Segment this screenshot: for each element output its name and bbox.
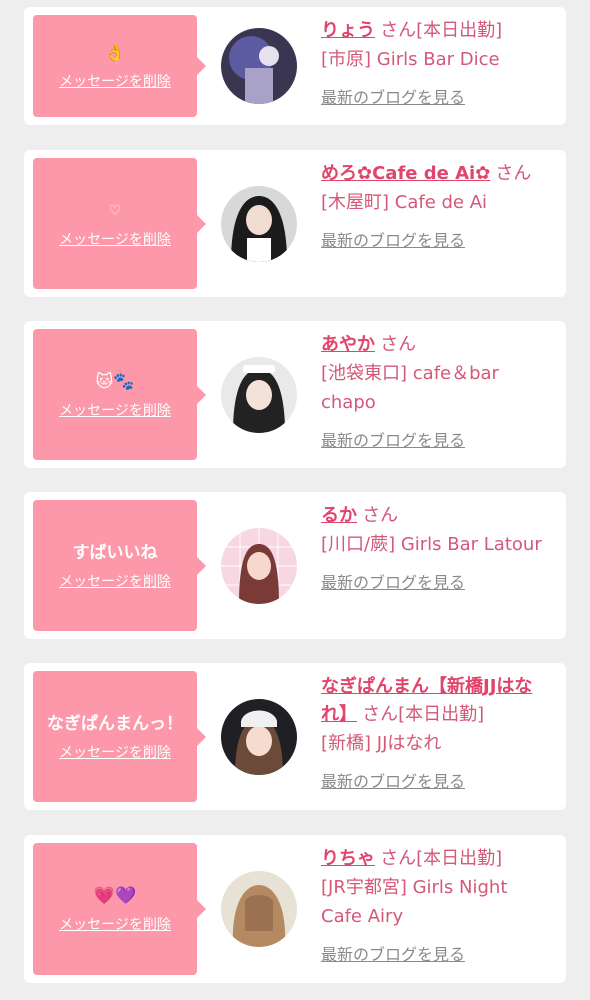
cast-info: あやか さん [池袋東口] cafe＆bar chapo 最新のブログを見る xyxy=(321,331,552,451)
honorific: さん xyxy=(362,505,399,526)
cast-name-link[interactable]: るか xyxy=(321,505,357,526)
message-emoji: ♡ xyxy=(108,202,122,219)
delete-message-link[interactable]: メッセージを削除 xyxy=(59,914,171,934)
honorific: さん xyxy=(362,704,399,725)
avatar[interactable] xyxy=(221,186,297,262)
cast-name-link[interactable]: あやか xyxy=(321,334,375,355)
blog-link[interactable]: 最新のブログを見る xyxy=(321,569,465,593)
shop-label: [市原] Girls Bar Dice xyxy=(321,49,500,70)
shop-label: [JR宇都宮] Girls Night Cafe Airy xyxy=(321,877,508,927)
message-card: ♡ メッセージを削除 めろ✿Cafe de Ai✿ さん [木屋町] Cafe … xyxy=(24,150,566,297)
delete-message-link[interactable]: メッセージを削除 xyxy=(59,571,171,591)
message-card: なぎぱんまんっ！ メッセージを削除 なぎぱんまん【新橋JJはなれ】 さん[本日出… xyxy=(24,663,566,810)
delete-message-link[interactable]: メッセージを削除 xyxy=(59,229,171,249)
shop-label: [新橋] JJはなれ xyxy=(321,733,442,754)
blog-link[interactable]: 最新のブログを見る xyxy=(321,768,465,792)
honorific: さん xyxy=(380,334,417,355)
shop-label: [川口/蕨] Girls Bar Latour xyxy=(321,534,542,555)
cast-info: めろ✿Cafe de Ai✿ さん [木屋町] Cafe de Ai 最新のブロ… xyxy=(321,160,552,251)
avatar[interactable] xyxy=(221,357,297,433)
message-bubble: なぎぱんまんっ！ メッセージを削除 xyxy=(33,671,206,802)
cast-name-link[interactable]: めろ✿Cafe de Ai✿ xyxy=(321,163,490,184)
avatar[interactable] xyxy=(221,28,297,104)
message-text: すばいいね xyxy=(72,542,158,563)
cast-info: りょう さん[本日出勤] [市原] Girls Bar Dice 最新のブログを… xyxy=(321,17,552,108)
honorific: さん xyxy=(495,163,532,184)
avatar[interactable] xyxy=(221,528,297,604)
status-badge: [本日出勤] xyxy=(416,848,503,869)
cast-name-link[interactable]: りょう xyxy=(321,20,375,41)
message-text: なぎぱんまんっ！ xyxy=(47,713,183,734)
cast-info: なぎぱんまん【新橋JJはなれ】 さん[本日出勤] [新橋] JJはなれ 最新のブ… xyxy=(321,673,552,792)
message-card: 💗💜 メッセージを削除 りちゃ さん[本日出勤] [JR宇都宮] Girls N… xyxy=(24,835,566,983)
blog-link[interactable]: 最新のブログを見る xyxy=(321,84,465,108)
message-emoji: 💗💜 xyxy=(93,886,137,906)
blog-link[interactable]: 最新のブログを見る xyxy=(321,427,465,451)
message-bubble: 🐱🐾 メッセージを削除 xyxy=(33,329,206,460)
cast-info: るか さん [川口/蕨] Girls Bar Latour 最新のブログを見る xyxy=(321,502,552,593)
status-badge: [本日出勤] xyxy=(398,704,485,725)
honorific: さん xyxy=(380,20,417,41)
delete-message-link[interactable]: メッセージを削除 xyxy=(59,742,171,762)
delete-message-link[interactable]: メッセージを削除 xyxy=(59,400,171,420)
message-bubble: 💗💜 メッセージを削除 xyxy=(33,843,206,975)
message-bubble: 👌 メッセージを削除 xyxy=(33,15,206,117)
message-list: 👌 メッセージを削除 りょう さん[本日出勤] [市原] Girls Bar D… xyxy=(0,0,590,1000)
avatar[interactable] xyxy=(221,699,297,775)
blog-link[interactable]: 最新のブログを見る xyxy=(321,227,465,251)
status-badge: [本日出勤] xyxy=(416,20,503,41)
shop-label: [木屋町] Cafe de Ai xyxy=(321,192,488,213)
avatar[interactable] xyxy=(221,871,297,947)
message-card: 🐱🐾 メッセージを削除 あやか さん [池袋東口] cafe＆bar chapo… xyxy=(24,321,566,468)
shop-label: [池袋東口] cafe＆bar chapo xyxy=(321,363,499,413)
delete-message-link[interactable]: メッセージを削除 xyxy=(59,71,171,91)
cast-name-link[interactable]: りちゃ xyxy=(321,848,375,869)
message-bubble: すばいいね メッセージを削除 xyxy=(33,500,206,631)
cast-info: りちゃ さん[本日出勤] [JR宇都宮] Girls Night Cafe Ai… xyxy=(321,845,552,965)
message-card: すばいいね メッセージを削除 るか さん [川口/蕨] Girls Bar La… xyxy=(24,492,566,639)
message-bubble: ♡ メッセージを削除 xyxy=(33,158,206,289)
message-emoji: 🐱🐾 xyxy=(95,371,135,392)
message-card: 👌 メッセージを削除 りょう さん[本日出勤] [市原] Girls Bar D… xyxy=(24,7,566,125)
blog-link[interactable]: 最新のブログを見る xyxy=(321,941,465,965)
message-emoji: 👌 xyxy=(104,43,126,63)
honorific: さん xyxy=(380,848,417,869)
